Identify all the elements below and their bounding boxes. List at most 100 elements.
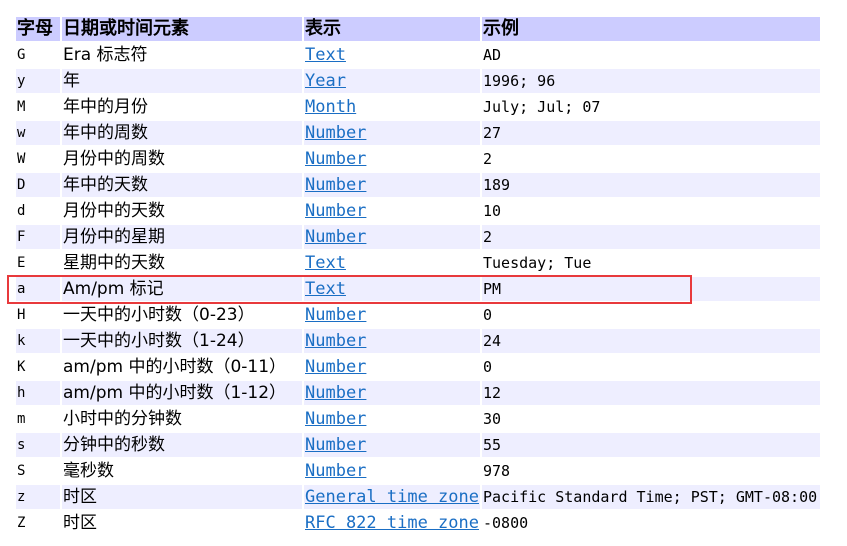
example-cell: 0 [483,306,493,324]
table-row: Z 时区 RFC 822 time zone -0800 [16,511,820,535]
example-cell: 189 [482,173,820,197]
table-row: D 年中的天数 Number 189 [16,173,820,197]
example-cell: Tuesday; Tue [483,254,592,272]
table-row: G Era 标志符 Text AD [16,43,820,67]
header-element: 日期或时间元素 [62,17,302,41]
letter-cell: Z [17,515,26,531]
example-cell: -0800 [483,514,529,532]
element-cell: 时区 [62,485,302,509]
presentation-link[interactable]: RFC 822 time zone [305,513,479,533]
letter-cell: z [16,485,60,509]
presentation-cell: Number [304,433,480,457]
element-cell: 分钟中的秒数 [62,433,302,457]
element-cell: 星期中的天数 [63,253,165,273]
presentation-link[interactable]: General time zone [305,487,479,507]
presentation-link[interactable]: Number [305,123,366,143]
table-row: y 年 Year 1996; 96 [16,69,820,93]
table-row: z 时区 General time zone Pacific Standard Tim… [16,485,820,509]
presentation-cell: General time zone [304,485,480,509]
element-cell: 毫秒数 [63,461,114,481]
letter-cell: H [17,307,26,323]
table-header-row: 字母 日期或时间元素 表示 示例 [16,17,820,41]
presentation-link[interactable]: Number [305,461,366,481]
presentation-link[interactable]: Number [305,331,366,351]
example-cell: 0 [483,358,493,376]
element-cell: 月份中的星期 [62,225,302,249]
element-cell: 年中的月份 [63,97,148,117]
example-cell: 55 [482,433,820,457]
letter-cell: k [16,329,60,353]
element-cell: 小时中的分钟数 [63,409,182,429]
letter-cell: S [17,463,26,479]
table-row: E 星期中的天数 Text Tuesday; Tue [16,251,820,275]
table-row: Kam/pm 中的小时数（0-11） Number 0 [16,355,820,379]
example-cell: 10 [483,202,502,220]
header-presentation: 表示 [304,17,480,41]
presentation-link[interactable]: Number [305,149,366,169]
table-row: d 月份中的天数 Number 10 [16,199,820,223]
element-cell: 月份中的天数 [63,201,165,221]
presentation-link[interactable]: Number [305,435,366,455]
presentation-link[interactable]: Number [305,357,366,377]
example-cell: 2 [483,150,493,168]
presentation-cell: Number [304,225,480,249]
letter-cell: h [16,381,60,405]
presentation-link[interactable]: Number [305,201,366,221]
element-cell: 年 [62,69,302,93]
letter-cell: W [17,151,26,167]
presentation-link[interactable]: Year [305,71,346,91]
presentation-cell: Number [304,303,480,327]
presentation-link[interactable]: Number [305,409,366,429]
element-cell: 年中的天数 [62,173,302,197]
table-row: k 一天中的小时数（1-24） Number 24 [16,329,820,353]
presentation-cell: Number [304,355,480,379]
presentation-link[interactable]: Text [305,253,346,273]
example-cell: 2 [482,225,820,249]
letter-cell: s [16,433,60,457]
presentation-cell: Text [304,251,480,275]
presentation-cell: Text [304,277,480,301]
presentation-cell: Month [304,95,480,119]
example-cell: 978 [483,462,511,480]
table-row: S 毫秒数 Number 978 [16,459,820,483]
element-cell: 一天中的小时数（0-23） [63,305,255,325]
presentation-link[interactable]: Number [305,227,366,247]
presentation-cell: Number [304,329,480,353]
presentation-cell: Number [304,173,480,197]
presentation-link[interactable]: Text [305,279,346,299]
header-example: 示例 [482,17,820,41]
example-cell: PM [482,277,820,301]
presentation-cell: Number [304,121,480,145]
presentation-link[interactable]: Text [305,45,346,65]
table-row: M 年中的月份 Month July; Jul; 07 [16,95,820,119]
element-cell: Am/pm 标记 [62,277,302,301]
letter-cell: w [16,121,60,145]
table-row: h am/pm 中的小时数（1-12） Number 12 [16,381,820,405]
presentation-link[interactable]: Month [305,97,356,117]
presentation-link[interactable]: Number [305,175,366,195]
letter-cell: F [16,225,60,249]
letter-cell: m [17,411,26,427]
letter-cell: D [16,173,60,197]
example-cell: 30 [483,410,502,428]
presentation-cell: Number [304,147,480,171]
table-row: w 年中的周数 Number 27 [16,121,820,145]
presentation-link[interactable]: Number [305,383,366,403]
table-row: W 月份中的周数 Number 2 [16,147,820,171]
element-cell: 年中的周数 [62,121,302,145]
example-cell: Pacific Standard Time; PST; GMT-08:00 [482,485,820,509]
header-letter: 字母 [16,17,60,41]
element-cell: 一天中的小时数（1-24） [62,329,302,353]
table-row: s 分钟中的秒数 Number 55 [16,433,820,457]
presentation-cell: Text [304,43,480,67]
example-cell: 24 [482,329,820,353]
element-cell: Era 标志符 [63,45,148,65]
element-cell: 月份中的周数 [63,149,165,169]
presentation-cell: Number [304,459,480,483]
presentation-cell: Year [304,69,480,93]
table-row: H 一天中的小时数（0-23） Number 0 [16,303,820,327]
table-row: m 小时中的分钟数 Number 30 [16,407,820,431]
presentation-link[interactable]: Number [305,305,366,325]
letter-cell: M [17,99,26,115]
example-cell: July; Jul; 07 [483,98,601,116]
